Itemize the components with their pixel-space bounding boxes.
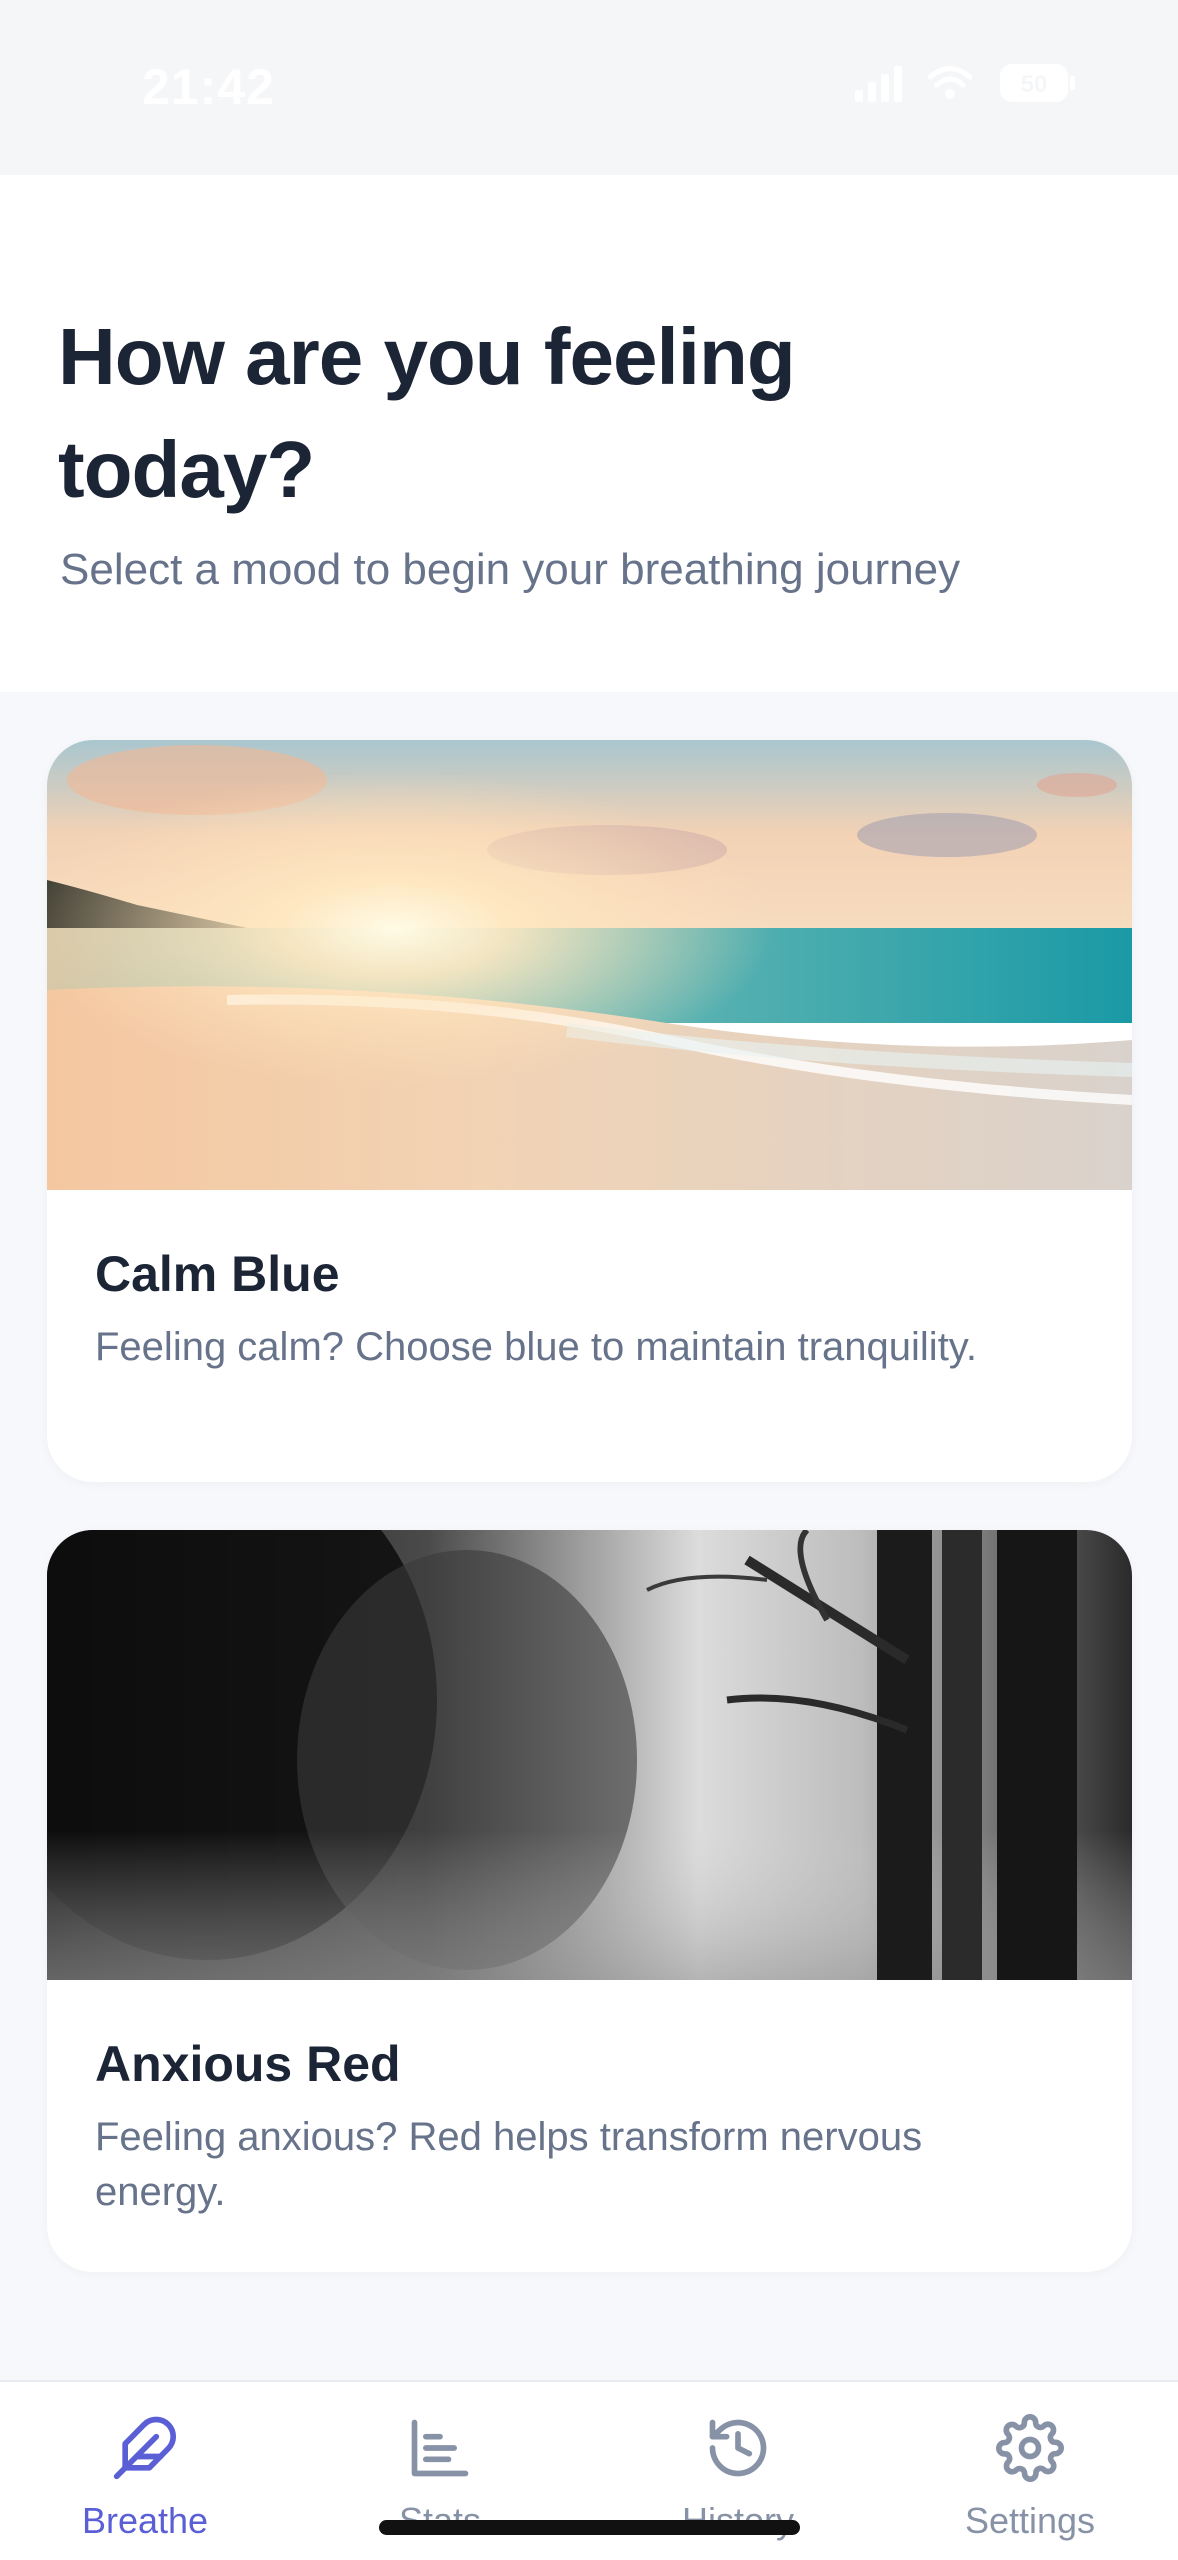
status-time: 21:42: [142, 59, 275, 115]
page-subtitle: Select a mood to begin your breathing jo…: [60, 545, 961, 594]
page-header: How are you feeling today? Select a mood…: [0, 175, 1178, 692]
bar-chart-icon: [411, 2419, 469, 2477]
signal-icon: [855, 64, 902, 102]
nav-label-breathe: Breathe: [81, 2500, 209, 2541]
history-icon: [709, 2419, 767, 2477]
home-indicator: [379, 2520, 800, 2535]
mood-card-description: Feeling anxious? Red helps transform ner…: [95, 2115, 923, 2214]
foggy-forest-image: [47, 1530, 1132, 1980]
nav-item-breathe[interactable]: Breathe: [35, 2382, 255, 2560]
page-title: How are you feeling today?: [58, 312, 796, 514]
mood-card-anxious-red[interactable]: Anxious Red Feeling anxious? Red helps t…: [47, 1530, 1132, 2272]
mood-card-title: Anxious Red: [95, 2036, 401, 2092]
wifi-icon: [928, 66, 972, 100]
mood-card-description: Feeling calm? Choose blue to maintain tr…: [95, 1325, 977, 1369]
mood-card-title: Calm Blue: [95, 1246, 340, 1302]
battery-icon: 50: [998, 62, 1078, 104]
mood-card-calm-blue[interactable]: Calm Blue Feeling calm? Choose blue to m…: [47, 740, 1132, 1482]
nav-label-settings: Settings: [964, 2500, 1096, 2541]
status-icons: 50: [855, 62, 1078, 104]
status-bar: 21:42 50: [0, 0, 1178, 175]
feather-icon: [113, 2416, 177, 2480]
gear-icon: [996, 2414, 1064, 2482]
mood-screen: 21:42 50 How are you feeling today? Sele…: [0, 0, 1178, 2560]
battery-level: 50: [1021, 71, 1048, 98]
sunset-beach-image: [47, 740, 1132, 1190]
nav-item-settings[interactable]: Settings: [920, 2382, 1140, 2560]
